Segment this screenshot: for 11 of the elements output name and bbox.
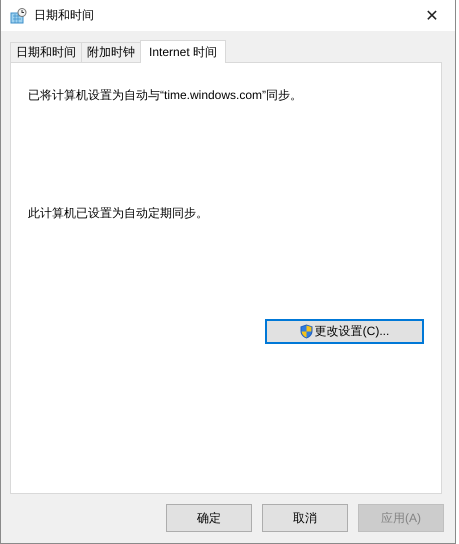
dialog-button[interactable]: 确定: [166, 504, 252, 532]
calendar-clock-icon: [10, 8, 27, 24]
sync-status-text: 此计算机已设置为自动定期同步。: [28, 205, 209, 222]
window-title: 日期和时间: [34, 7, 95, 24]
dialog-button[interactable]: 取消: [262, 504, 348, 532]
tab[interactable]: 日期和时间: [10, 42, 82, 62]
close-button[interactable]: ✕: [409, 0, 455, 31]
change-settings-button[interactable]: 更改设置(C)...: [265, 319, 424, 344]
sync-server-text: 已将计算机设置为自动与“time.windows.com”同步。: [28, 87, 304, 104]
tab[interactable]: Internet 时间: [140, 40, 226, 63]
shield-icon: [300, 324, 313, 339]
